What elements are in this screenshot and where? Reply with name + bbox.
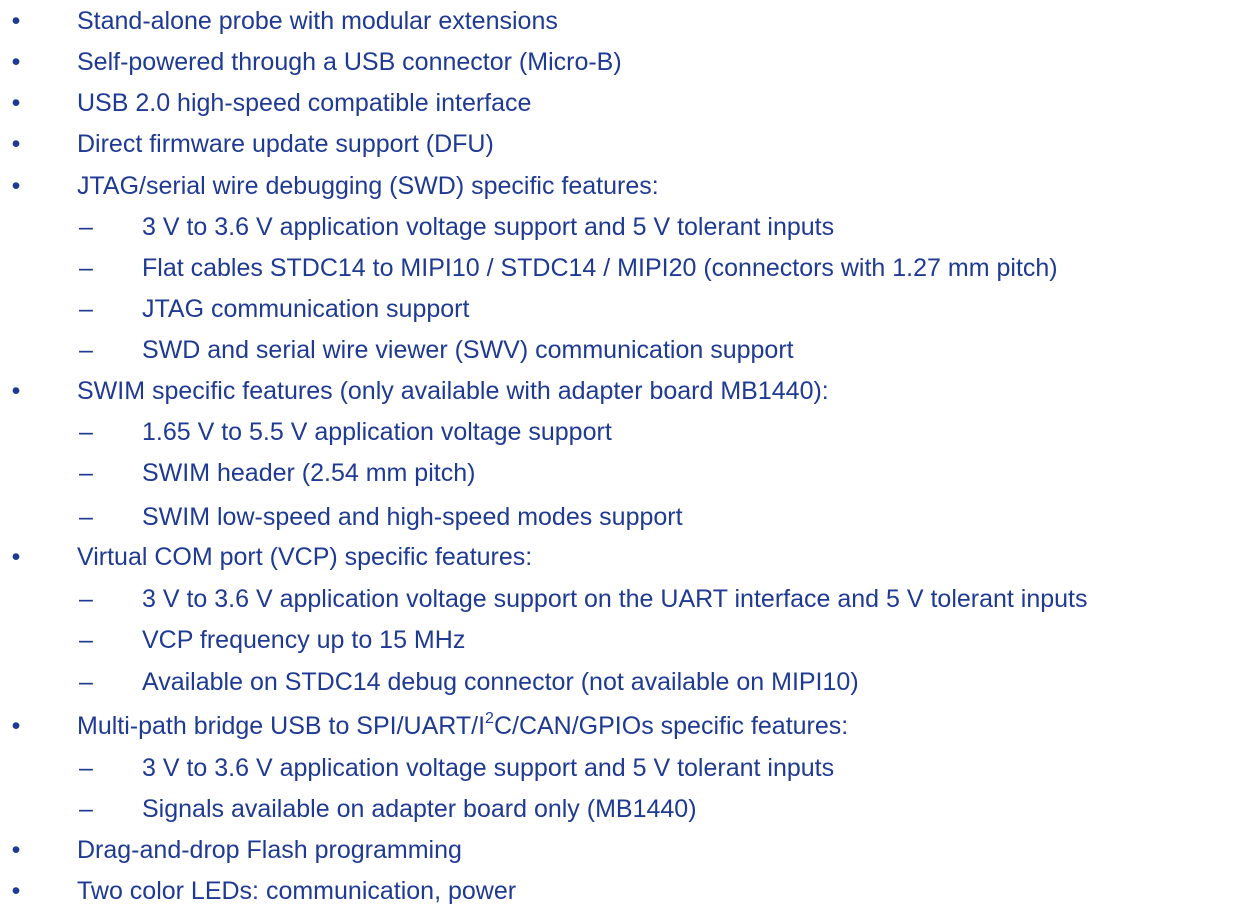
list-item-text-part: C/CAN/GPIOs specific features: bbox=[493, 712, 849, 740]
list-item-text: SWIM specific features (only available w… bbox=[77, 377, 829, 405]
superscript: 2 bbox=[485, 709, 494, 727]
dash-icon: – bbox=[79, 626, 93, 654]
dash-icon: – bbox=[79, 213, 93, 241]
list-item-text: Virtual COM port (VCP) specific features… bbox=[77, 543, 533, 571]
list-item-text: Multi-path bridge USB to SPI/UART/I2C/CA… bbox=[77, 710, 848, 742]
bullet-icon: • bbox=[11, 543, 21, 571]
sub-list-item-text: SWIM header (2.54 mm pitch) bbox=[142, 459, 476, 487]
list-item-text: Drag-and-drop Flash programming bbox=[77, 836, 462, 864]
list-item-text: JTAG/serial wire debugging (SWD) specifi… bbox=[77, 172, 659, 200]
sub-list-item-text: 3 V to 3.6 V application voltage support… bbox=[142, 213, 835, 241]
sub-list-item-text: JTAG communication support bbox=[142, 295, 470, 323]
bullet-icon: • bbox=[11, 130, 21, 158]
dash-icon: – bbox=[79, 585, 93, 613]
sub-list-item-text: 3 V to 3.6 V application voltage support… bbox=[142, 585, 1088, 613]
dash-icon: – bbox=[79, 668, 93, 696]
dash-icon: – bbox=[79, 503, 93, 531]
bullet-icon: • bbox=[11, 877, 21, 905]
bullet-icon: • bbox=[11, 48, 21, 76]
dash-icon: – bbox=[79, 295, 93, 323]
sub-list-item-text: Signals available on adapter board only … bbox=[142, 795, 697, 823]
dash-icon: – bbox=[79, 418, 93, 446]
list-item-text-part: Multi-path bridge USB to SPI/UART/I bbox=[77, 712, 486, 740]
bullet-icon: • bbox=[11, 89, 21, 117]
list-item-text: USB 2.0 high-speed compatible interface bbox=[77, 89, 532, 117]
bullet-icon: • bbox=[11, 836, 21, 864]
sub-list-item-text: Available on STDC14 debug connector (not… bbox=[142, 668, 859, 696]
bullet-icon: • bbox=[11, 7, 21, 35]
dash-icon: – bbox=[79, 795, 93, 823]
sub-list-item-text: SWD and serial wire viewer (SWV) communi… bbox=[142, 336, 794, 364]
sub-list-item-text: SWIM low-speed and high-speed modes supp… bbox=[142, 503, 683, 531]
dash-icon: – bbox=[79, 459, 93, 487]
sub-list-item-text: VCP frequency up to 15 MHz bbox=[142, 626, 466, 654]
sub-list-item-text: 1.65 V to 5.5 V application voltage supp… bbox=[142, 418, 612, 446]
dash-icon: – bbox=[79, 254, 93, 282]
feature-list-page: • Stand-alone probe with modular extensi… bbox=[0, 0, 1260, 920]
list-item-text: Self-powered through a USB connector (Mi… bbox=[77, 48, 622, 76]
dash-icon: – bbox=[79, 754, 93, 782]
bullet-icon: • bbox=[11, 172, 21, 200]
list-item-text: Direct firmware update support (DFU) bbox=[77, 130, 494, 158]
list-item-text: Stand-alone probe with modular extension… bbox=[77, 7, 558, 35]
list-item-text: Two color LEDs: communication, power bbox=[77, 877, 517, 905]
sub-list-item-text: 3 V to 3.6 V application voltage support… bbox=[142, 754, 835, 782]
sub-list-item-text: Flat cables STDC14 to MIPI10 / STDC14 / … bbox=[142, 254, 1058, 282]
dash-icon: – bbox=[79, 336, 93, 364]
bullet-icon: • bbox=[11, 712, 21, 740]
bullet-icon: • bbox=[11, 377, 21, 405]
